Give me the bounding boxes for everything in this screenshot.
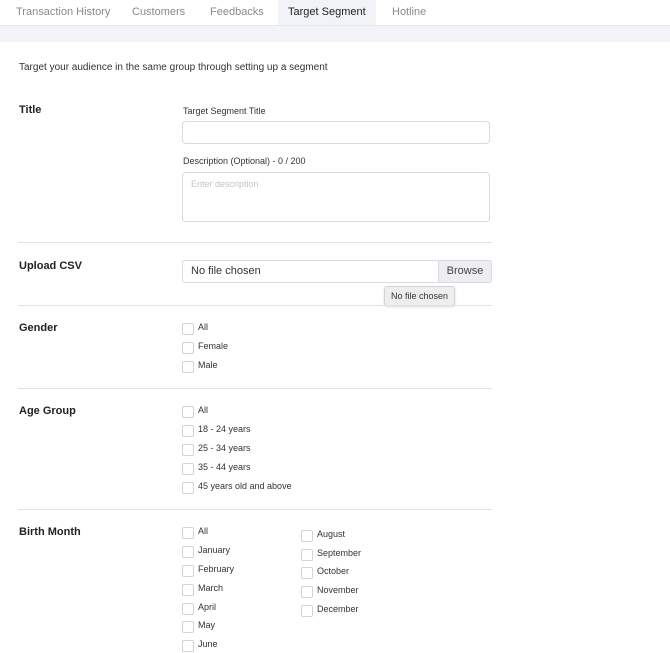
checkbox[interactable] (182, 406, 194, 418)
age-section-label: Age Group (19, 405, 76, 417)
csv-file-input[interactable]: No file chosen Browse (182, 260, 492, 283)
checkbox[interactable] (182, 640, 194, 652)
tab-target-segment[interactable]: Target Segment (278, 0, 376, 25)
tab-hotline[interactable]: Hotline (392, 0, 426, 25)
gender-section-label: Gender (19, 322, 58, 334)
checkbox[interactable] (301, 567, 313, 579)
divider (18, 388, 492, 389)
divider (18, 509, 492, 510)
segment-title-label: Target Segment Title (183, 106, 266, 116)
file-status: No file chosen (191, 265, 261, 277)
divider (18, 242, 492, 243)
checkbox[interactable] (182, 603, 194, 615)
checkbox[interactable] (301, 586, 313, 598)
tab-bar: Transaction History Customers Feedbacks … (0, 0, 670, 25)
intro-text: Target your audience in the same group t… (19, 62, 328, 73)
checkbox[interactable] (182, 482, 194, 494)
checkbox[interactable] (182, 323, 194, 335)
checkbox[interactable] (182, 444, 194, 456)
checkbox[interactable] (182, 565, 194, 577)
divider (18, 305, 492, 306)
checkbox[interactable] (301, 605, 313, 617)
checkbox[interactable] (182, 361, 194, 373)
upload-section-label: Upload CSV (19, 260, 82, 272)
file-tooltip: No file chosen (384, 286, 456, 306)
tab-customers[interactable]: Customers (132, 0, 185, 25)
checkbox[interactable] (301, 549, 313, 561)
checkbox[interactable] (182, 342, 194, 354)
header-band (0, 25, 670, 42)
segment-title-input[interactable] (182, 121, 490, 144)
description-placeholder: Enter description (191, 179, 259, 189)
description-label: Description (Optional) - 0 / 200 (183, 156, 306, 166)
checkbox[interactable] (182, 463, 194, 475)
tab-transaction-history[interactable]: Transaction History (16, 0, 110, 25)
checkbox[interactable] (182, 584, 194, 596)
tab-feedbacks[interactable]: Feedbacks (210, 0, 264, 25)
checkbox[interactable] (182, 425, 194, 437)
browse-button[interactable]: Browse (438, 261, 491, 282)
checkbox[interactable] (301, 530, 313, 542)
title-section-label: Title (19, 104, 42, 116)
checkbox[interactable] (182, 546, 194, 558)
birth-month-section-label: Birth Month (19, 526, 81, 538)
checkbox[interactable] (182, 621, 194, 633)
checkbox[interactable] (182, 527, 194, 539)
description-textarea[interactable]: Enter description (182, 172, 490, 222)
